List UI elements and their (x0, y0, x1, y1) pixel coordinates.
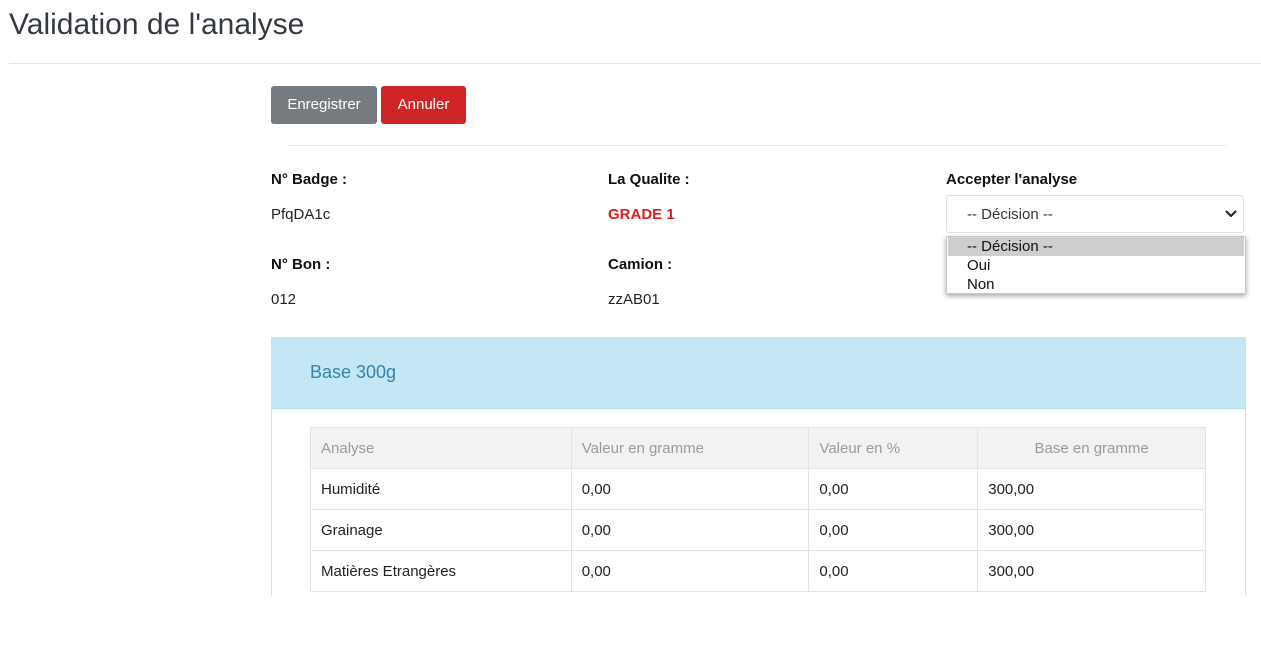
decision-select[interactable]: -- Décision -- (946, 195, 1244, 233)
decision-dropdown: -- Décision -- Oui Non (946, 236, 1246, 294)
table-cell: Humidité (310, 468, 572, 510)
table-cell: 0,00 (808, 468, 979, 510)
table-cell: 0,00 (570, 468, 810, 510)
save-button[interactable]: Enregistrer (271, 86, 377, 124)
table-cell: 0,00 (570, 550, 810, 592)
table-cell: 0,00 (808, 509, 979, 551)
badge-value: PfqDA1c (271, 206, 331, 223)
table-cell: 300,00 (977, 468, 1206, 510)
badge-label: N° Badge : (271, 171, 348, 188)
table-row: Humidité 0,00 0,00 300,00 (310, 468, 1206, 510)
decision-select-value: -- Décision -- (967, 206, 1053, 223)
table-header-row: Analyse Valeur en gramme Valeur en % Bas… (310, 427, 1206, 469)
accept-analysis-label: Accepter l'analyse (946, 171, 1078, 188)
form-divider (289, 145, 1227, 146)
decision-option-non[interactable]: Non (948, 275, 1244, 294)
quality-value: GRADE 1 (608, 206, 675, 223)
analysis-table: Analyse Valeur en gramme Valeur en % Bas… (310, 427, 1206, 592)
truck-label: Camion : (608, 256, 673, 273)
bon-label: N° Bon : (271, 256, 331, 273)
title-divider (9, 63, 1261, 64)
table-cell: 300,00 (977, 550, 1206, 592)
decision-option-oui[interactable]: Oui (948, 256, 1244, 275)
truck-value: zzAB01 (608, 291, 660, 308)
cancel-button[interactable]: Annuler (381, 86, 466, 124)
viewport-cutoff (271, 596, 1261, 648)
table-row: Grainage 0,00 0,00 300,00 (310, 509, 1206, 551)
column-header-valeur-gramme: Valeur en gramme (570, 427, 810, 469)
table-cell: Grainage (310, 509, 572, 551)
bon-value: 012 (271, 291, 297, 308)
column-header-valeur-pourcent: Valeur en % (808, 427, 979, 469)
column-header-base-gramme: Base en gramme (977, 427, 1206, 469)
chevron-down-icon (1225, 210, 1237, 217)
column-header-analyse: Analyse (310, 427, 572, 469)
table-cell: 0,00 (808, 550, 979, 592)
card-title: Base 300g (310, 362, 397, 382)
table-cell: Matières Etrangères (310, 550, 572, 592)
card-header: Base 300g (272, 338, 1245, 409)
table-cell: 0,00 (570, 509, 810, 551)
table-row: Matières Etrangères 0,00 0,00 300,00 (310, 550, 1206, 592)
table-cell: 300,00 (977, 509, 1206, 551)
page-title: Validation de l'analyse (9, 8, 305, 41)
quality-label: La Qualite : (608, 171, 690, 188)
decision-option-placeholder[interactable]: -- Décision -- (948, 237, 1244, 256)
